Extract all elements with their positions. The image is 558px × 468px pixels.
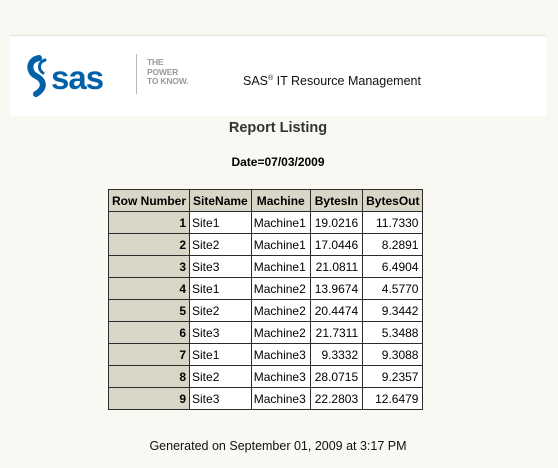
bytesout-cell: 6.4904	[362, 255, 424, 278]
row-number-cell: 1	[107, 211, 191, 234]
table-row: 9 Site3 Machine3 22.2803 12.6479	[107, 387, 424, 410]
table-row: 7 Site1 Machine3 9.3332 9.3088	[107, 343, 424, 366]
row-number-cell: 6	[107, 321, 191, 344]
bytesout-cell: 5.3488	[362, 321, 424, 344]
logo-divider	[136, 54, 137, 94]
tagline-line: TO KNOW.	[147, 76, 189, 86]
row-number-cell: 2	[107, 233, 191, 256]
bytesout-cell: 9.3088	[362, 343, 424, 366]
machine-cell: Machine3	[250, 343, 311, 366]
row-number-cell: 5	[107, 299, 191, 322]
machine-cell: Machine1	[250, 233, 311, 256]
sitename-cell: Site1	[189, 277, 252, 300]
column-header-bytesin: BytesIn	[309, 189, 364, 212]
table-header-row: Row Number SiteName Machine BytesIn Byte…	[107, 189, 424, 212]
machine-cell: Machine2	[250, 299, 311, 322]
machine-cell: Machine1	[250, 211, 311, 234]
sitename-cell: Site3	[189, 387, 252, 410]
table-row: 5 Site2 Machine2 20.4474 9.3442	[107, 299, 424, 322]
bytesin-cell: 20.4474	[309, 299, 364, 322]
logo-wordmark: sas	[51, 59, 103, 96]
machine-cell: Machine2	[250, 321, 311, 344]
report-table: Row Number SiteName Machine BytesIn Byte…	[107, 189, 424, 410]
bytesin-cell: 17.0446	[309, 233, 364, 256]
table-row: 1 Site1 Machine1 19.0216 11.7330	[107, 211, 424, 234]
bytesin-cell: 22.2803	[309, 387, 364, 410]
column-header-bytesout: BytesOut	[362, 189, 424, 212]
bytesout-cell: 9.3442	[362, 299, 424, 322]
sitename-cell: Site2	[189, 233, 252, 256]
bytesout-cell: 12.6479	[362, 387, 424, 410]
bytesout-cell: 11.7330	[362, 211, 424, 234]
product-name-suffix: IT Resource Management	[273, 74, 421, 88]
column-header-row-number: Row Number	[107, 189, 191, 212]
bytesin-cell: 28.0715	[309, 365, 364, 388]
report-title: Report Listing	[228, 120, 328, 136]
row-number-cell: 3	[107, 255, 191, 278]
row-number-cell: 8	[107, 365, 191, 388]
table-row: 6 Site3 Machine2 21.7311 5.3488	[107, 321, 424, 344]
machine-cell: Machine3	[250, 387, 311, 410]
row-number-cell: 9	[107, 387, 191, 410]
header-banner: sas THE POWER TO KNOW. SAS® IT Resource …	[10, 35, 546, 116]
sas-swirl-logo-icon: sas	[27, 55, 104, 97]
logo-tagline: THE POWER TO KNOW.	[147, 57, 189, 87]
table-row: 8 Site2 Machine3 28.0715 9.2357	[107, 365, 424, 388]
sitename-cell: Site3	[189, 255, 252, 278]
machine-cell: Machine1	[250, 255, 311, 278]
sitename-cell: Site2	[189, 365, 252, 388]
column-header-sitename: SiteName	[189, 189, 252, 212]
sitename-cell: Site2	[189, 299, 252, 322]
table-row: 3 Site3 Machine1 21.0811 6.4904	[107, 255, 424, 278]
sitename-cell: Site3	[189, 321, 252, 344]
machine-cell: Machine3	[250, 365, 311, 388]
bytesout-cell: 8.2891	[362, 233, 424, 256]
bytesin-cell: 19.0216	[309, 211, 364, 234]
sitename-cell: Site1	[189, 343, 252, 366]
row-number-cell: 7	[107, 343, 191, 366]
bytesin-cell: 21.0811	[309, 255, 364, 278]
bytesin-cell: 13.9674	[309, 277, 364, 300]
bytesout-cell: 9.2357	[362, 365, 424, 388]
bytesin-cell: 9.3332	[309, 343, 364, 366]
bytesin-cell: 21.7311	[309, 321, 364, 344]
bytesout-cell: 4.5770	[362, 277, 424, 300]
machine-cell: Machine2	[250, 277, 311, 300]
sitename-cell: Site1	[189, 211, 252, 234]
table-row: 2 Site2 Machine1 17.0446 8.2891	[107, 233, 424, 256]
row-number-cell: 4	[107, 277, 191, 300]
product-name: SAS® IT Resource Management	[243, 74, 421, 88]
generated-footer: Generated on September 01, 2009 at 3:17 …	[149, 439, 407, 453]
table-row: 4 Site1 Machine2 13.9674 4.5770	[107, 277, 424, 300]
sas-logo: sas	[24, 54, 134, 98]
report-date: Date=07/03/2009	[231, 155, 325, 169]
column-header-machine: Machine	[250, 189, 311, 212]
product-name-prefix: SAS	[243, 74, 269, 88]
